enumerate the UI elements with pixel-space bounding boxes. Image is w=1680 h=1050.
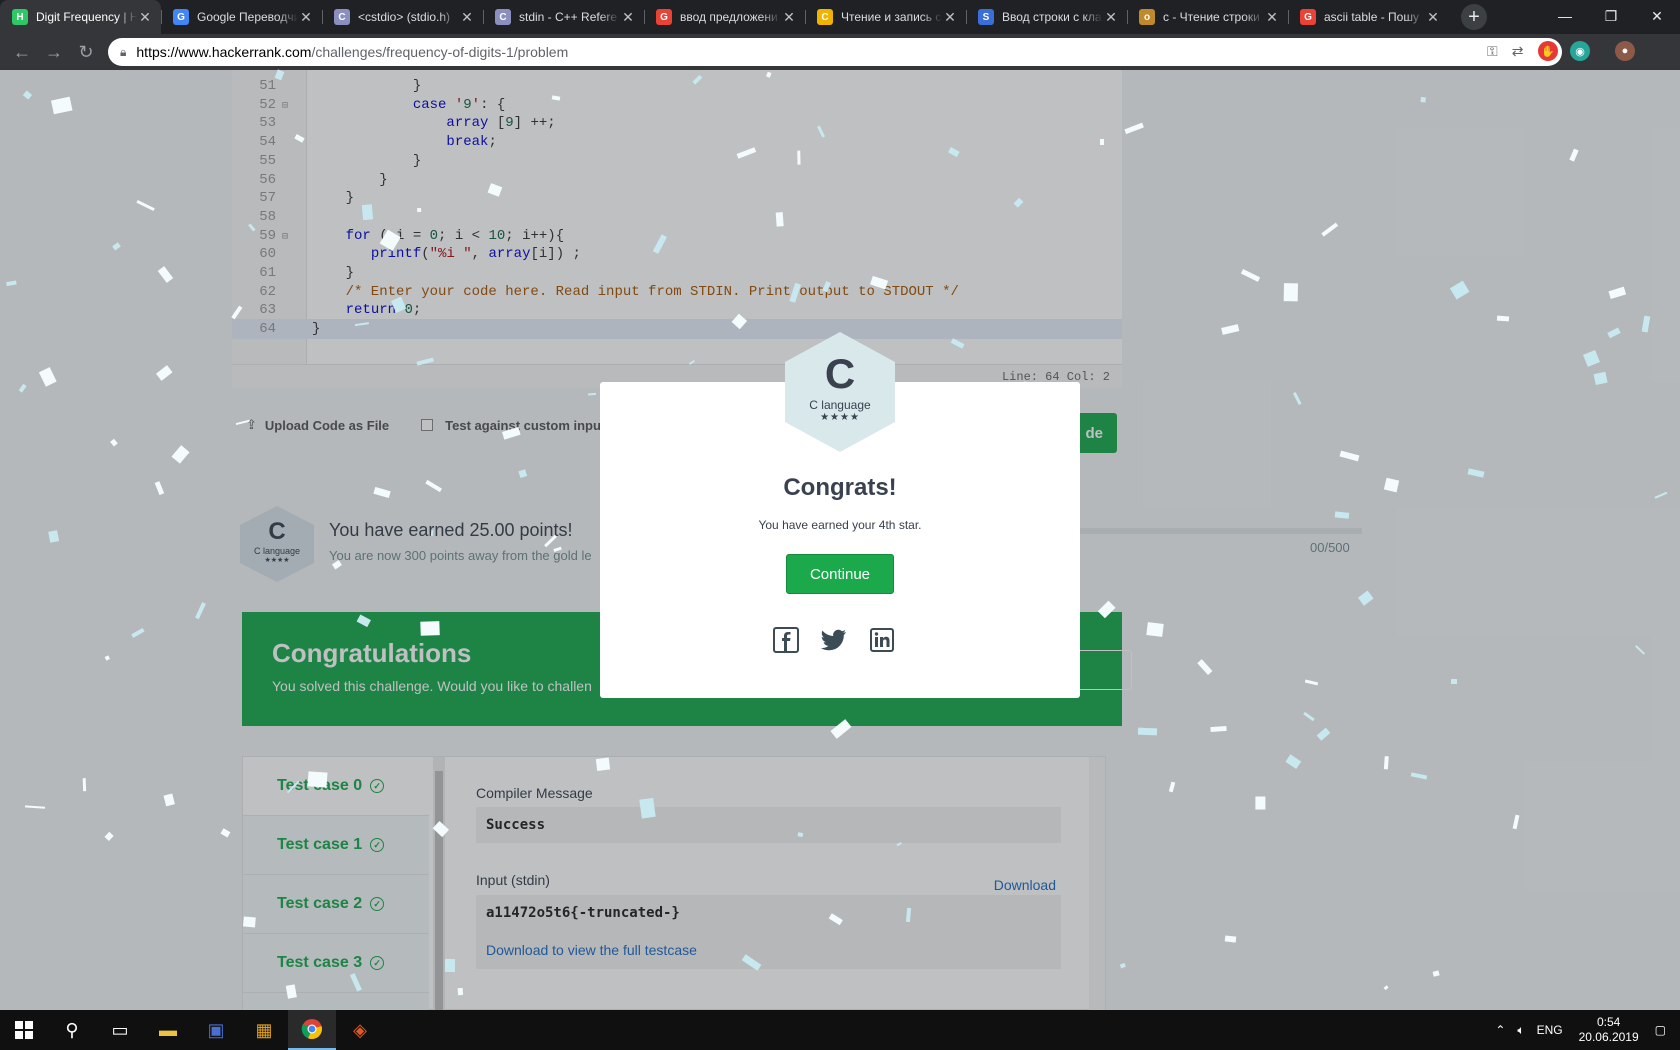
close-tab-icon[interactable]: ✕ (298, 9, 314, 26)
close-tab-icon[interactable]: ✕ (942, 9, 958, 26)
modal-badge-letter: C (824, 350, 856, 397)
twitter-icon[interactable] (820, 626, 848, 654)
facebook-icon[interactable] (772, 626, 800, 654)
continue-button[interactable]: Continue (786, 554, 894, 594)
cplusplus-icon: C (495, 9, 511, 25)
minimize-button[interactable]: — (1542, 0, 1588, 32)
search-icon[interactable]: ⚲ (48, 1010, 96, 1050)
maximize-button[interactable]: ❐ (1588, 0, 1634, 32)
browser-tab[interactable]: G Google Переводчик ✕ (161, 0, 322, 34)
modal-title: Congrats! (783, 474, 897, 501)
tab-title: Digit Frequency | H (36, 10, 137, 24)
forward-button[interactable]: → (38, 42, 70, 63)
tab-title: c - Чтение строки (1163, 10, 1260, 24)
tray-chevron-icon[interactable]: ⌃ (1495, 1023, 1505, 1037)
key-icon[interactable]: ⚿ (1487, 43, 1498, 60)
clock-time: 0:54 (1596, 1015, 1621, 1029)
address-bar[interactable]: 🔒︎ https://www.hackerrank.com/challenges… (108, 38, 1562, 66)
browser-tab[interactable]: Cstdin - C++ Refere ✕ (483, 0, 644, 34)
linkedin-icon[interactable] (868, 626, 896, 654)
profile-avatar[interactable]: ● (1615, 41, 1635, 61)
cplusplus-icon: C (334, 9, 350, 25)
google-icon: G (1300, 9, 1316, 25)
tab-strip: H Digit Frequency | H ✕ G Google Переводчик ✕… (0, 0, 1680, 34)
browser-tab[interactable]: o c - Чтение строки ✕ (1127, 0, 1288, 34)
window-controls: — ❐ ✕ (1542, 0, 1680, 32)
modal-subtitle: You have earned your 4th star. (758, 518, 922, 532)
close-tab-icon[interactable]: ✕ (137, 9, 153, 26)
close-tab-icon[interactable]: ✕ (459, 9, 475, 26)
close-tab-icon[interactable]: ✕ (1425, 9, 1441, 26)
reload-button[interactable]: ↻ (70, 42, 102, 63)
close-tab-icon[interactable]: ✕ (1103, 9, 1119, 26)
close-window-button[interactable]: ✕ (1634, 0, 1680, 32)
task-view-icon[interactable]: ▭ (96, 1010, 144, 1050)
tab-title: Чтение и запись с (841, 10, 942, 24)
speaker-icon[interactable]: 🔈︎ (1517, 1023, 1524, 1038)
app-icon[interactable]: ▦ (240, 1010, 288, 1050)
system-tray: ⌃ 🔈︎ ENG 0:54 20.06.2019 ▢ (1489, 1010, 1680, 1050)
modal-badge-name: C language (809, 398, 871, 412)
windows-taskbar: ⚲ ▭ ▬ ▣ ▦ ◈ ⌃ 🔈︎ ENG 0:54 20.06.2019 ▢ (0, 1010, 1680, 1050)
tab-title: ascii table - Пошу (1324, 10, 1419, 24)
browser-tab[interactable]: C <cstdio> (stdio.h) ✕ (322, 0, 483, 34)
save-app-icon[interactable]: ▣ (192, 1010, 240, 1050)
browser-tab[interactable]: Gascii table - Пошу ✕ (1288, 0, 1449, 34)
sql-ru-icon: S (978, 9, 994, 25)
new-tab-button[interactable]: + (1461, 4, 1487, 30)
url-path: /challenges/frequency-of-digits-1/proble… (311, 44, 569, 60)
clock[interactable]: 0:54 20.06.2019 (1579, 1015, 1639, 1045)
extension-icon[interactable]: ◉ (1570, 41, 1590, 61)
tab-title: Ввод строки с кла (1002, 10, 1102, 24)
browser-tab[interactable]: C Чтение и запись с ✕ (805, 0, 966, 34)
hackerrank-icon: H (12, 9, 28, 25)
url-host: https://www.hackerrank.com (136, 44, 312, 60)
translate-icon[interactable]: ⇄ (1512, 43, 1524, 60)
back-button[interactable]: ← (6, 42, 38, 63)
close-tab-icon[interactable]: ✕ (1264, 9, 1280, 26)
close-tab-icon[interactable]: ✕ (781, 9, 797, 26)
lock-icon: 🔒︎ (120, 44, 127, 59)
tab-title: stdin - C++ Refere (519, 10, 618, 24)
google-icon: G (656, 9, 672, 25)
cpp-icon: C (817, 9, 833, 25)
language-indicator[interactable]: ENG (1537, 1023, 1563, 1037)
modal-badge-stars: ★★★★ (820, 412, 860, 423)
browser-tab[interactable]: Gввод предложени ✕ (644, 0, 805, 34)
browser-tab[interactable]: H Digit Frequency | H ✕ (0, 0, 161, 34)
codeblocks-icon[interactable]: ◈ (336, 1010, 384, 1050)
browser-toolbar: ← → ↻ 🔒︎ https://www.hackerrank.com/chal… (0, 34, 1680, 70)
tab-title: Google Переводчик (197, 10, 298, 24)
file-explorer-icon[interactable]: ▬ (144, 1010, 192, 1050)
clock-date: 20.06.2019 (1578, 1030, 1639, 1044)
google-translate-icon: G (173, 9, 189, 25)
tab-title: <cstdio> (stdio.h) (358, 10, 451, 24)
start-button[interactable] (0, 1010, 48, 1050)
chrome-icon[interactable] (288, 1010, 336, 1050)
adblock-extension-icon[interactable]: ✋ (1538, 41, 1558, 61)
browser-tab[interactable]: S Ввод строки с кла ✕ (966, 0, 1127, 34)
glasses-icon: o (1139, 9, 1155, 25)
close-tab-icon[interactable]: ✕ (620, 9, 636, 26)
notifications-icon[interactable]: ▢ (1655, 1023, 1666, 1037)
tab-title: ввод предложени (680, 10, 778, 24)
